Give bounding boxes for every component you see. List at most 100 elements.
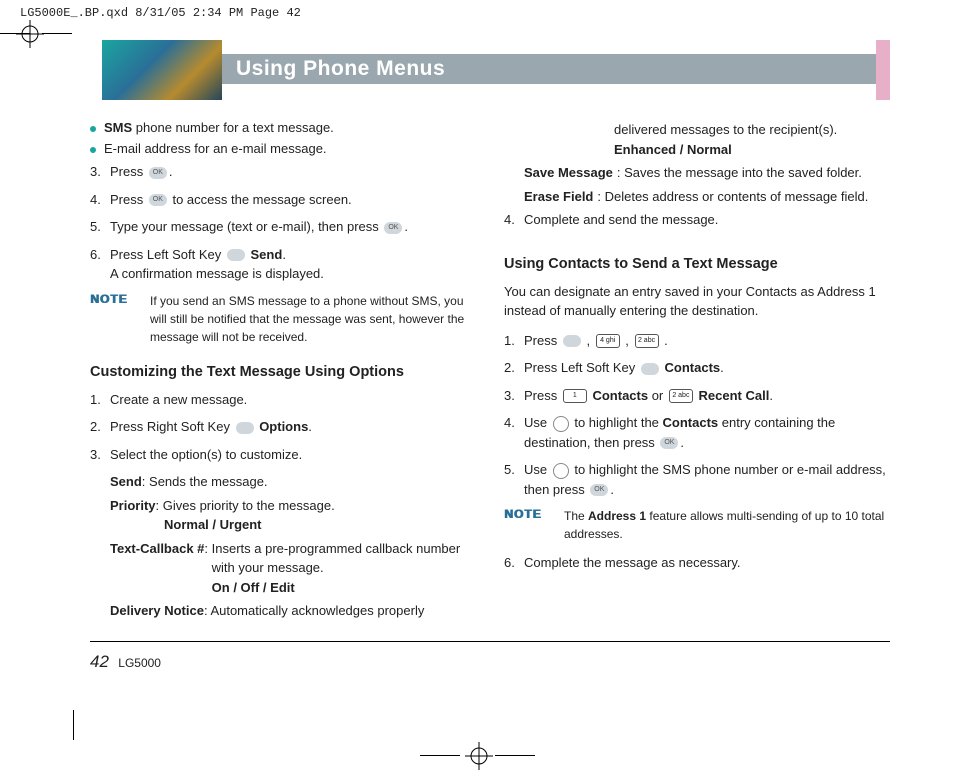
text: to highlight the SMS phone number or e-m… bbox=[524, 462, 886, 497]
text: Press bbox=[524, 388, 561, 403]
option-term: Delivery Notice bbox=[110, 603, 204, 618]
page-footer: 42 LG5000 bbox=[90, 652, 890, 672]
step: 2. Press Right Soft Key Options. bbox=[90, 417, 476, 437]
softkey-icon bbox=[236, 422, 254, 434]
list-item: E-mail address for an e-mail message. bbox=[90, 141, 476, 156]
step-number: 6. bbox=[90, 245, 110, 284]
nav-key-icon bbox=[553, 416, 569, 432]
option-desc: Inserts a pre-programmed callback number… bbox=[212, 541, 461, 576]
slug-line: LG5000E_.BP.qxd 8/31/05 2:34 PM Page 42 bbox=[20, 6, 301, 20]
text: Type your message (text or e-mail), then… bbox=[110, 219, 382, 234]
crop-mark bbox=[420, 755, 460, 756]
option-term: Save Message bbox=[524, 163, 613, 183]
text: . bbox=[720, 360, 724, 375]
option-values: Enhanced / Normal bbox=[614, 142, 732, 157]
text: , bbox=[583, 333, 594, 348]
step: 2. Press Left Soft Key Contacts. bbox=[504, 358, 890, 378]
continuation-text: delivered messages to the recipient(s). … bbox=[614, 120, 890, 159]
step-number: 3. bbox=[504, 386, 524, 406]
text: Contacts bbox=[665, 360, 721, 375]
page-frame: Using Phone Menus SMS phone number for a… bbox=[90, 40, 890, 740]
subheading: Customizing the Text Message Using Optio… bbox=[90, 364, 476, 380]
step-number: 5. bbox=[90, 217, 110, 237]
step: 1. Press , 4 ghi , 2 abc . bbox=[504, 331, 890, 351]
note-label: NOTE bbox=[90, 292, 150, 346]
step-number: 4. bbox=[504, 210, 524, 230]
step-number: 3. bbox=[90, 445, 110, 465]
left-column: SMS phone number for a text message. E-m… bbox=[90, 120, 476, 625]
option-desc: : Automatically acknowledges properly bbox=[204, 603, 424, 618]
option-item: Priority: Gives priority to the message.… bbox=[110, 496, 476, 535]
softkey-icon bbox=[641, 363, 659, 375]
option-values: On / Off / Edit bbox=[212, 580, 295, 595]
option-desc: : Gives priority to the message. bbox=[156, 498, 335, 513]
text: Use bbox=[524, 462, 551, 477]
ok-key-icon: OK bbox=[384, 222, 402, 234]
step: 5. Use to highlight the SMS phone number… bbox=[504, 460, 890, 499]
text: Recent Call bbox=[699, 388, 770, 403]
option-term: Text-Callback # bbox=[110, 541, 204, 556]
text: Complete the message as necessary. bbox=[524, 553, 890, 573]
section-header: Using Phone Menus bbox=[90, 40, 890, 102]
step: 6. Complete the message as necessary. bbox=[504, 553, 890, 573]
option-desc: : Saves the message into the saved folde… bbox=[617, 163, 890, 183]
option-item: Send: Sends the message. bbox=[110, 472, 476, 492]
option-item: Text-Callback #: Inserts a pre-programme… bbox=[110, 539, 476, 598]
step-number: 1. bbox=[504, 331, 524, 351]
option-item: Erase Field : Deletes address or content… bbox=[524, 187, 890, 207]
option-term: Priority bbox=[110, 498, 156, 513]
crop-mark bbox=[42, 33, 72, 34]
crop-mark bbox=[73, 710, 74, 740]
text: Send bbox=[251, 247, 283, 262]
text: Select the option(s) to customize. bbox=[110, 445, 476, 465]
step-number: 2. bbox=[504, 358, 524, 378]
option-item: Delivery Notice: Automatically acknowled… bbox=[110, 601, 476, 621]
text: Address 1 bbox=[588, 509, 646, 523]
crop-mark bbox=[495, 755, 535, 756]
section-title: Using Phone Menus bbox=[222, 54, 876, 84]
subheading: Using Contacts to Send a Text Message bbox=[504, 256, 890, 272]
text: The bbox=[564, 509, 588, 523]
option-desc: : Deletes address or contents of message… bbox=[597, 187, 890, 207]
text: A confirmation message is displayed. bbox=[110, 266, 324, 281]
text: . bbox=[308, 419, 312, 434]
step: 3. Press 1 Contacts or 2 abc Recent Call… bbox=[504, 386, 890, 406]
key-2-icon: 2 abc bbox=[635, 334, 659, 348]
text: to access the message screen. bbox=[169, 192, 352, 207]
text: Press Right Soft Key bbox=[110, 419, 234, 434]
step: 1. Create a new message. bbox=[90, 390, 476, 410]
bullet-icon bbox=[90, 126, 96, 132]
key-4-icon: 4 ghi bbox=[596, 334, 620, 348]
header-photo bbox=[102, 40, 222, 100]
text: Contacts bbox=[592, 388, 648, 403]
option-desc: : Sends the message. bbox=[142, 474, 268, 489]
list-item: SMS phone number for a text message. bbox=[90, 120, 476, 135]
step-number: 5. bbox=[504, 460, 524, 499]
text: Press Left Soft Key bbox=[524, 360, 639, 375]
option-item: Save Message : Saves the message into th… bbox=[524, 163, 890, 183]
note-body: If you send an SMS message to a phone wi… bbox=[150, 292, 476, 346]
text: Press bbox=[110, 192, 147, 207]
ok-key-icon: OK bbox=[149, 167, 167, 179]
step-number: 4. bbox=[90, 190, 110, 210]
step: 4. Press OK to access the message screen… bbox=[90, 190, 476, 210]
text: Press bbox=[524, 333, 561, 348]
ok-key-icon: OK bbox=[660, 437, 678, 449]
step: 3. Select the option(s) to customize. bbox=[90, 445, 476, 465]
text: or bbox=[648, 388, 667, 403]
text: . bbox=[680, 435, 684, 450]
step-number: 2. bbox=[90, 417, 110, 437]
right-column: delivered messages to the recipient(s). … bbox=[504, 120, 890, 625]
step: 4. Complete and send the message. bbox=[504, 210, 890, 230]
ok-key-icon: OK bbox=[590, 484, 608, 496]
text: to highlight the bbox=[571, 415, 663, 430]
text: Contacts bbox=[663, 415, 719, 430]
text: Press Left Soft Key bbox=[110, 247, 225, 262]
model-name: LG5000 bbox=[118, 656, 161, 670]
text: SMS bbox=[104, 120, 132, 135]
text: . bbox=[661, 333, 668, 348]
option-values: Normal / Urgent bbox=[164, 517, 262, 532]
bullet-icon bbox=[90, 147, 96, 153]
text: , bbox=[622, 333, 633, 348]
nav-key-icon bbox=[553, 463, 569, 479]
